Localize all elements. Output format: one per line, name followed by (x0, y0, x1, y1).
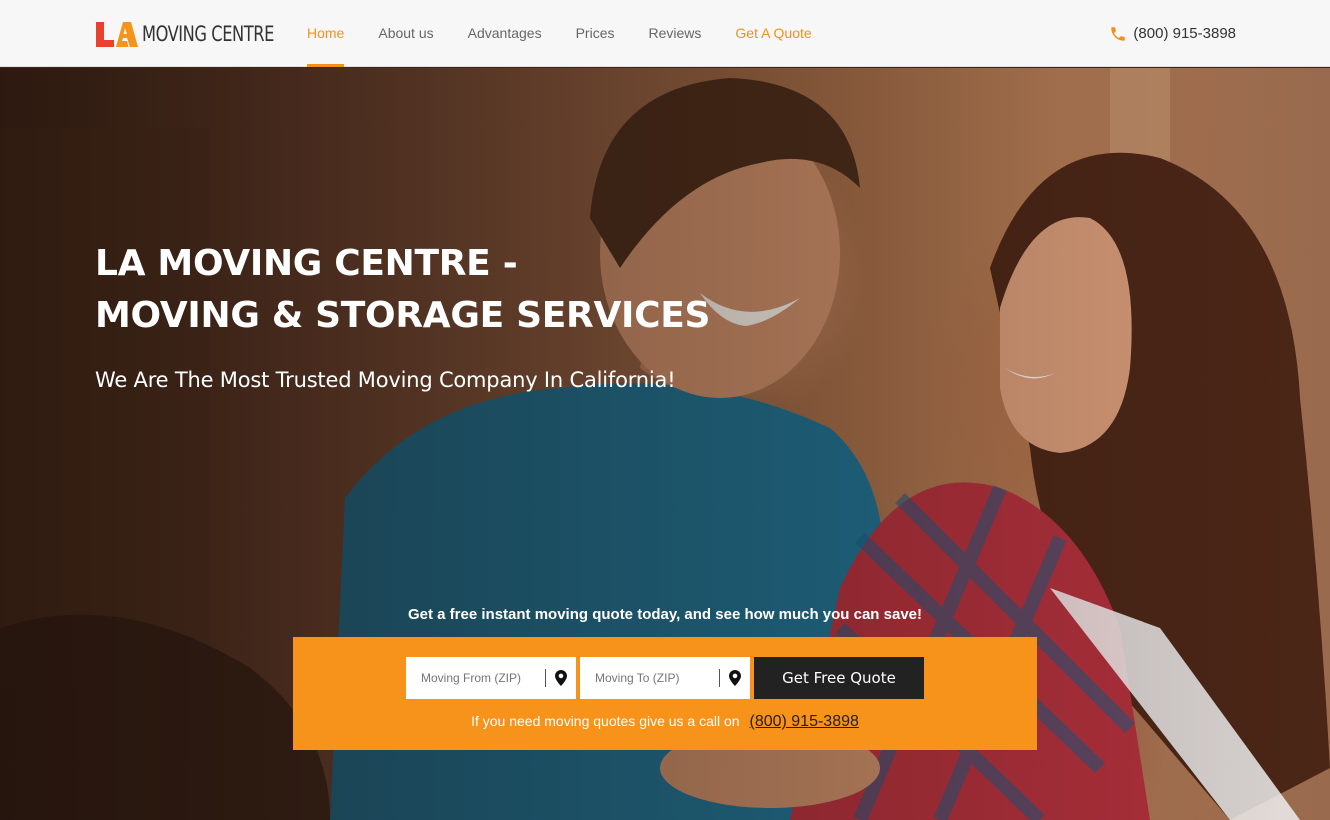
nav-get-a-quote[interactable]: Get A Quote (718, 0, 828, 67)
nav-home[interactable]: Home (290, 0, 361, 67)
site-logo[interactable]: MOVING CENTRE (94, 19, 295, 49)
brand-name: MOVING CENTRE (142, 22, 274, 46)
site-header: MOVING CENTRE Home About us Advantages P… (0, 0, 1330, 67)
la-logo-icon (96, 22, 138, 47)
hero-title: LA MOVING CENTRE - MOVING & STORAGE SERV… (95, 238, 710, 342)
call-phone-link[interactable]: (800) 915-3898 (749, 713, 858, 730)
field-divider (719, 669, 720, 687)
field-divider (545, 669, 546, 687)
nav-about-us[interactable]: About us (361, 0, 450, 67)
moving-to-field (580, 657, 750, 699)
map-pin-icon (555, 670, 567, 686)
map-pin-icon (729, 670, 741, 686)
main-nav: Home About us Advantages Prices Reviews … (290, 0, 829, 67)
header-phone-number: (800) 915-3898 (1133, 25, 1236, 42)
hero-subtitle: We Are The Most Trusted Moving Company I… (95, 368, 676, 392)
hero-title-line-1: LA MOVING CENTRE - (95, 243, 518, 284)
nav-prices[interactable]: Prices (559, 0, 632, 67)
header-phone[interactable]: (800) 915-3898 (1109, 0, 1236, 67)
get-free-quote-button[interactable]: Get Free Quote (754, 657, 924, 699)
moving-to-input[interactable] (580, 657, 716, 699)
nav-advantages[interactable]: Advantages (451, 0, 559, 67)
phone-icon (1111, 26, 1126, 41)
promo-text: Get a free instant moving quote today, a… (408, 606, 922, 623)
nav-reviews[interactable]: Reviews (631, 0, 718, 67)
moving-from-field (406, 657, 576, 699)
call-text: If you need moving quotes give us a call… (471, 713, 740, 729)
hero-banner: LA MOVING CENTRE - MOVING & STORAGE SERV… (0, 68, 1330, 820)
moving-from-input[interactable] (406, 657, 542, 699)
hero-title-line-2: MOVING & STORAGE SERVICES (95, 295, 711, 336)
quote-form: Get Free Quote If you need moving quotes… (293, 637, 1037, 750)
call-line: If you need moving quotes give us a call… (293, 713, 1037, 731)
